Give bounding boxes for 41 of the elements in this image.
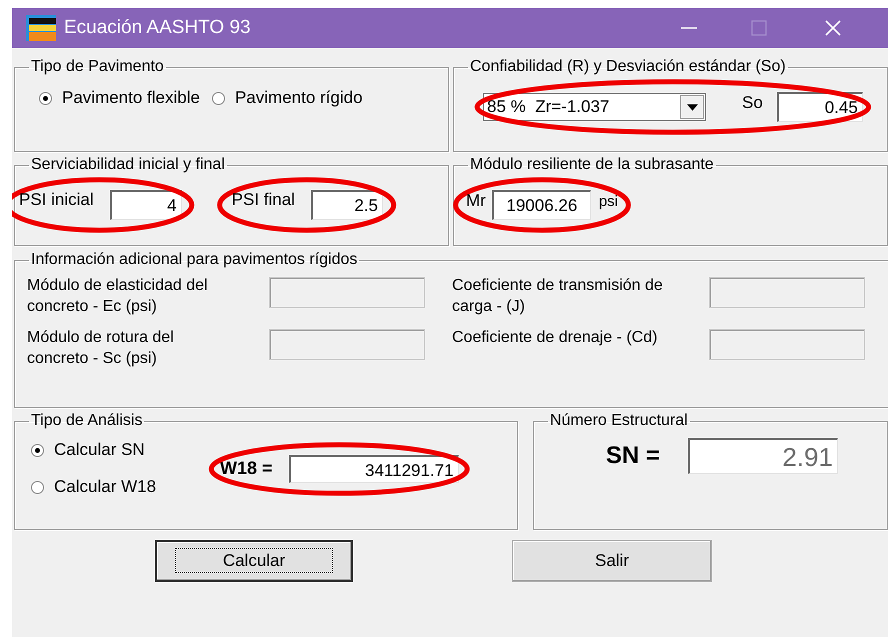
field-label: Mr [466, 191, 486, 211]
input-field[interactable]: 2.5 [310, 190, 383, 220]
dropdown[interactable]: 85 % Zr=-1.037 [483, 93, 706, 121]
field-label: So [742, 93, 763, 113]
field-label: PSI final [232, 190, 295, 210]
field-label: W18 = [220, 458, 273, 479]
group-title: Serviciabilidad inicial y final [30, 156, 226, 174]
group-title: Tipo de Pavimento [30, 58, 165, 76]
field-label: Coeficiente de transmisión de carga - (J) [452, 276, 664, 317]
radio-label[interactable]: Calcular W18 [54, 477, 156, 497]
caret-icon [686, 104, 698, 110]
minimize-icon [679, 27, 699, 29]
window-title: Ecuación AASHTO 93 [64, 17, 251, 39]
input-field[interactable]: 19006.26 [492, 190, 591, 220]
app-icon [26, 15, 56, 41]
radio-button[interactable] [212, 92, 225, 104]
radio-label[interactable]: Pavimento flexible [62, 88, 200, 108]
field-label: SN = [606, 442, 660, 470]
group-title: Número Estructural [548, 412, 689, 430]
input-field[interactable]: 4 [110, 190, 182, 220]
maximize-icon [749, 18, 769, 38]
radio-button[interactable] [31, 480, 44, 494]
group-title: Confiabilidad (R) y Desviación estándar (So) [469, 58, 787, 76]
radio-button[interactable] [31, 444, 44, 456]
radio-label[interactable]: Pavimento rígido [234, 88, 363, 108]
field-label: Módulo de rotura del concreto - Sc (psi) [27, 328, 175, 369]
group-title: Tipo de Análisis [30, 412, 144, 430]
radio-label[interactable]: Calcular SN [54, 440, 145, 460]
dropdown-arrow-button[interactable] [680, 95, 704, 119]
group-title: Módulo resiliente de la subrasante [469, 156, 715, 174]
unit-label: psi [598, 192, 618, 210]
input-field[interactable]: 3411291.71 [288, 454, 459, 482]
output-field[interactable]: 2.91 [688, 438, 838, 474]
group-title: Información adicional para pavimentos rígidos [30, 251, 358, 269]
field-label: Coeficiente de drenaje - (Cd) [452, 328, 658, 348]
field-label: Módulo de elasticidad del concreto - Ec (psi) [27, 276, 209, 317]
radio-button[interactable] [39, 92, 52, 104]
close-icon [823, 18, 843, 38]
push-button[interactable]: Salir [512, 540, 712, 582]
field-label: PSI inicial [19, 190, 94, 210]
push-button[interactable]: Calcular [155, 540, 353, 582]
